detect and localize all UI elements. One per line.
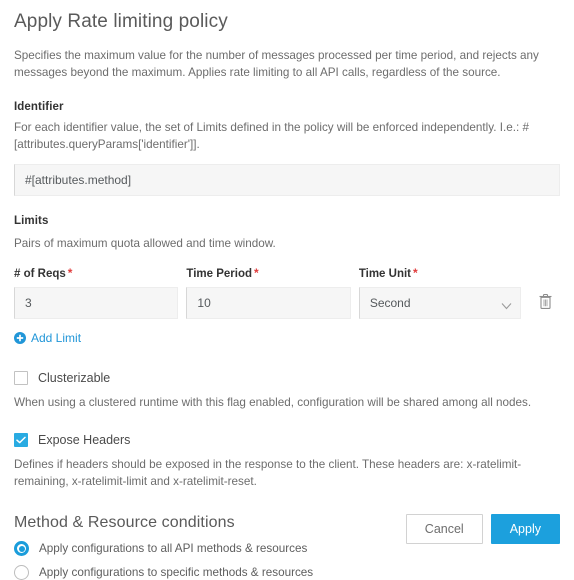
expose-headers-row[interactable]: Expose Headers (14, 433, 560, 447)
check-icon (16, 436, 26, 444)
label-time-unit: Time Unit * (358, 266, 418, 280)
page-title: Apply Rate limiting policy (14, 11, 228, 32)
cancel-button[interactable]: Cancel (405, 514, 483, 544)
trash-icon (538, 293, 553, 313)
limit-field-time-period: Time Period * (186, 266, 351, 319)
time-period-input[interactable] (186, 287, 351, 319)
expose-headers-option: Expose Headers Defines if headers should… (14, 433, 560, 490)
clusterizable-label[interactable]: Clusterizable (38, 371, 110, 385)
limit-field-num-reqs: # of Reqs * (14, 266, 179, 319)
required-asterisk: * (67, 266, 73, 280)
identifier-description: For each identifier value, the set of Li… (14, 121, 529, 151)
plus-circle-icon (14, 332, 26, 344)
limits-heading: Limits (14, 215, 49, 227)
add-limit-button[interactable]: Add Limit (14, 331, 81, 345)
clusterizable-checkbox[interactable] (14, 371, 28, 385)
required-asterisk: * (254, 266, 259, 280)
dialog-footer: Cancel Apply (405, 514, 560, 544)
identifier-heading: Identifier (14, 101, 64, 113)
identifier-section: Identifier For each identifier value, th… (14, 101, 560, 196)
clusterizable-row[interactable]: Clusterizable (14, 371, 560, 385)
label-num-reqs: # of Reqs * (14, 266, 73, 280)
clusterizable-description: When using a clustered runtime with this… (14, 396, 532, 409)
num-reqs-input[interactable] (14, 287, 179, 319)
time-unit-select-wrapper: Second (358, 287, 522, 319)
identifier-input[interactable] (14, 164, 560, 196)
radio-all-methods[interactable] (14, 541, 29, 556)
clusterizable-option: Clusterizable When using a clustered run… (14, 371, 560, 411)
radio-specific-methods[interactable] (14, 565, 29, 580)
limits-description: Pairs of maximum quota allowed and time … (14, 237, 276, 250)
rate-limiting-policy-dialog: Apply Rate limiting policy Specifies the… (0, 11, 574, 580)
radio-specific-methods-label[interactable]: Apply configurations to specific methods… (39, 566, 313, 579)
expose-headers-checkbox[interactable] (14, 433, 28, 447)
limit-field-time-unit: Time Unit * Second (358, 266, 522, 319)
expose-headers-label[interactable]: Expose Headers (38, 433, 130, 447)
add-limit-label: Add Limit (31, 331, 82, 345)
radio-row-specific-methods[interactable]: Apply configurations to specific methods… (14, 565, 560, 580)
limits-row: # of Reqs* Time Period* Time Unit* Secon… (14, 266, 560, 319)
limits-section: Limits Pairs of maximum quota allowed an… (14, 215, 560, 349)
expose-headers-description: Defines if headers should be exposed in … (14, 458, 522, 488)
apply-button[interactable]: Apply (490, 514, 560, 544)
delete-limit-button[interactable] (531, 287, 560, 319)
time-unit-select[interactable]: Second (358, 287, 522, 319)
dialog-description: Specifies the maximum value for the numb… (14, 49, 539, 79)
label-time-period: Time Period * (186, 266, 259, 280)
required-asterisk: * (413, 266, 418, 280)
